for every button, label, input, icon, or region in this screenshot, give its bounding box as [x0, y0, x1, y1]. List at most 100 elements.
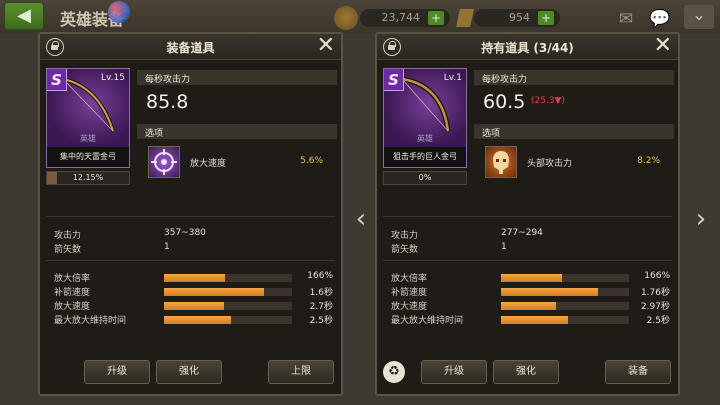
- stat-bar-fill: [501, 274, 563, 282]
- attack-label: 攻击力: [54, 231, 82, 241]
- arrow-count-value: 1: [501, 242, 507, 252]
- gem-counter: 954 +: [474, 9, 560, 27]
- equipped-item-panel: 装备道具 ✕ S Lv.15 英雄 集中的天雷金弓 12.15% 每秒攻击力 8…: [38, 32, 343, 396]
- stat-bar-fill: [164, 274, 226, 282]
- option-label-row: 选项: [474, 124, 674, 139]
- upgrade-button[interactable]: 升级: [421, 360, 487, 384]
- mail-icon[interactable]: ✉: [614, 9, 638, 29]
- item-level: Lv.1: [443, 73, 462, 83]
- option-name: 头部攻击力: [527, 159, 573, 169]
- stat-bar: [164, 316, 292, 324]
- option-label-row: 选项: [137, 124, 337, 139]
- collapse-menu-button[interactable]: ⌄: [684, 5, 714, 29]
- stat-bar-fill: [501, 288, 599, 296]
- dps-label-row: 每秒攻击力: [137, 70, 337, 85]
- divider: [383, 216, 672, 217]
- stat-bar-value: 1.6秒: [309, 288, 333, 298]
- option-label: 选项: [482, 129, 501, 139]
- arrow-count-value: 1: [164, 242, 170, 252]
- next-item-arrow[interactable]: ›: [690, 206, 712, 232]
- equip-button[interactable]: 装备: [605, 360, 671, 384]
- headshot-icon: [485, 146, 517, 178]
- add-gold-button[interactable]: +: [428, 11, 444, 25]
- dismantle-button[interactable]: ♻: [383, 361, 405, 383]
- item-level: Lv.15: [101, 73, 125, 83]
- option-value: 8.2%: [637, 156, 660, 166]
- grade-badge: S: [384, 69, 404, 91]
- dps-label: 每秒攻击力: [482, 75, 528, 85]
- dps-label: 每秒攻击力: [145, 75, 191, 85]
- stat-bar-label: 放大倍率: [54, 274, 91, 284]
- limit-button[interactable]: 上限: [268, 360, 334, 384]
- upgrade-button[interactable]: 升级: [84, 360, 150, 384]
- stat-bar-value: 166%: [644, 271, 670, 281]
- gold-counter: 23,744 +: [360, 9, 450, 27]
- held-item-panel: 持有道具 (3/44) ✕ S Lv.1 英雄 狙击手的巨人金弓 0% 每秒攻击…: [375, 32, 680, 396]
- back-arrow-icon: ◀: [17, 5, 31, 26]
- item-name: 集中的天雷金弓: [47, 147, 129, 167]
- stat-bar-value: 1.76秒: [640, 288, 670, 298]
- option-value: 5.6%: [300, 156, 323, 166]
- exp-text: 12.15%: [72, 173, 104, 182]
- attack-value: 357~380: [164, 228, 206, 238]
- stat-bar-label: 补箭速度: [391, 288, 428, 298]
- panel-header: 装备道具 ✕: [40, 34, 341, 60]
- chat-icon[interactable]: 💬: [648, 9, 672, 29]
- enhance-button[interactable]: 强化: [156, 360, 222, 384]
- stat-bar-label: 补箭速度: [54, 288, 91, 298]
- stat-bar-label: 最大放大维持时间: [54, 316, 127, 326]
- grade-badge: S: [47, 69, 67, 91]
- option-label: 选项: [145, 129, 164, 139]
- stat-bar-fill: [164, 288, 264, 296]
- item-card[interactable]: S Lv.1 英雄 狙击手的巨人金弓: [383, 68, 467, 168]
- dps-label-row: 每秒攻击力: [474, 70, 674, 85]
- stat-bar: [501, 288, 629, 296]
- notification-orb-icon: [108, 1, 130, 23]
- close-icon[interactable]: ✕: [317, 34, 335, 58]
- stat-bar-fill: [164, 316, 231, 324]
- panel-header: 持有道具 (3/44) ✕: [377, 34, 678, 60]
- enhance-button[interactable]: 强化: [493, 360, 559, 384]
- divider: [46, 216, 335, 217]
- stat-bar-value: 2.5秒: [309, 316, 333, 326]
- back-button[interactable]: ◀: [4, 2, 44, 30]
- attack-label: 攻击力: [391, 231, 419, 241]
- prev-item-arrow[interactable]: ‹: [350, 206, 372, 232]
- stat-bar-label: 放大速度: [54, 302, 91, 312]
- stat-bar: [164, 288, 292, 296]
- gem-value: 954: [509, 11, 530, 24]
- add-gem-button[interactable]: +: [538, 11, 554, 25]
- stat-bar: [164, 302, 292, 310]
- item-name: 狙击手的巨人金弓: [384, 147, 466, 167]
- divider: [46, 260, 335, 261]
- stat-bar-fill: [501, 302, 557, 310]
- exp-bar: 12.15%: [46, 171, 130, 185]
- stat-bar-fill: [501, 316, 568, 324]
- panel-title: 装备道具: [166, 41, 215, 55]
- dps-delta: (25.3▼): [531, 96, 565, 106]
- stat-bar: [501, 316, 629, 324]
- item-rarity: 英雄: [80, 134, 96, 143]
- arrow-count-label: 箭矢数: [391, 245, 419, 255]
- stat-bar-value: 2.97秒: [640, 302, 670, 312]
- top-bar: ◀ 英雄装备 23,744 + 954 + ✉ 💬 ⌄: [0, 0, 720, 34]
- chevron-down-icon: ⌄: [691, 5, 707, 25]
- stat-bar: [501, 302, 629, 310]
- exp-text: 0%: [418, 173, 432, 182]
- dps-value: 85.8: [146, 91, 189, 113]
- recycle-icon: ♻: [388, 364, 400, 379]
- close-icon[interactable]: ✕: [654, 34, 672, 58]
- panel-title: 持有道具 (3/44): [481, 41, 574, 55]
- stat-bar-label: 放大倍率: [391, 274, 428, 284]
- stat-bar-label: 最大放大维持时间: [391, 316, 464, 326]
- attack-value: 277~294: [501, 228, 543, 238]
- stat-bar-fill: [164, 302, 225, 310]
- gold-value: 23,744: [381, 11, 421, 24]
- crosshair-icon: [148, 146, 180, 178]
- stat-bar-value: 2.7秒: [309, 302, 333, 312]
- stat-bar-value: 2.5秒: [646, 316, 670, 326]
- stat-bar-value: 166%: [307, 271, 333, 281]
- gold-coin-icon: [334, 6, 358, 30]
- item-card[interactable]: S Lv.15 英雄 集中的天雷金弓: [46, 68, 130, 168]
- gem-icon: [456, 9, 474, 27]
